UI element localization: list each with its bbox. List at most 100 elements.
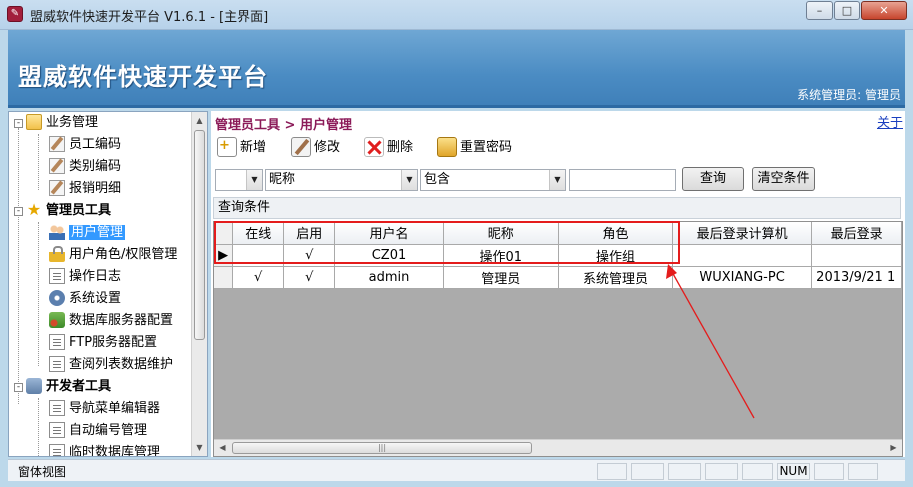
scroll-thumb[interactable]: ||| — [232, 442, 532, 454]
reset-password-button[interactable]: 重置密码 — [437, 135, 512, 161]
chevron-down-icon[interactable]: ▼ — [549, 170, 565, 190]
tree-item-label: FTP服务器配置 — [69, 335, 158, 350]
table-cell[interactable]: 系统管理员 — [558, 266, 674, 289]
query-conditions-bar: 查询条件 — [213, 197, 901, 219]
tree-item-label: 导航菜单编辑器 — [69, 401, 161, 416]
status-view-mode: 窗体视图 — [18, 465, 67, 479]
tree-toggle-business[interactable]: - — [14, 119, 23, 128]
chevron-down-icon[interactable]: ▼ — [246, 170, 262, 190]
table-cell[interactable]: 管理员 — [443, 266, 559, 289]
tree-item-operation-log[interactable]: 操作日志 — [49, 266, 121, 288]
tree-group-developer-tools[interactable]: 开发者工具 — [26, 376, 111, 398]
maximize-button[interactable]: □ — [834, 1, 860, 20]
new-button[interactable]: 新增 — [217, 133, 266, 161]
scroll-thumb[interactable] — [194, 130, 205, 340]
app-icon[interactable]: ✎ — [7, 6, 23, 22]
tree-item-ftp-server[interactable]: FTP服务器配置 — [49, 332, 157, 354]
tree-item-system-settings[interactable]: 系统设置 — [49, 288, 121, 310]
tree-item-employee-code[interactable]: 员工编码 — [49, 134, 121, 156]
table-cell[interactable]: √ — [232, 266, 285, 289]
scroll-right-arrow-icon[interactable]: ▶ — [885, 440, 902, 456]
tree-item-nav-menu-editor[interactable]: 导航菜单编辑器 — [49, 398, 160, 420]
tree-item-label: 类别编码 — [69, 159, 122, 174]
tree-toggle-developer-tools[interactable]: - — [14, 383, 23, 392]
clear-conditions-button[interactable]: 清空条件 — [752, 167, 815, 191]
search-field-combo[interactable]: 昵称 ▼ — [265, 169, 418, 191]
breadcrumb: 管理员工具 > 用户管理 — [215, 118, 352, 133]
scroll-up-arrow-icon[interactable]: ▲ — [192, 112, 207, 129]
search-field-value: 昵称 — [269, 172, 296, 187]
delete-button[interactable]: 删除 — [364, 135, 413, 161]
column-header-online[interactable]: 在线 — [232, 222, 285, 245]
search-prefix-combo[interactable]: ▼ — [215, 169, 263, 191]
navigation-tree[interactable]: - 业务管理 员工编码 类别编码 报销明细 - ★ 管理员工具 用户管理 用户角色… — [8, 111, 208, 457]
table-cell[interactable]: √ — [283, 266, 336, 289]
column-header-nickname[interactable]: 昵称 — [443, 222, 559, 245]
tree-item-label: 用户角色/权限管理 — [69, 247, 178, 262]
new-document-icon — [217, 133, 237, 159]
grid-horizontal-scrollbar[interactable]: ◀ ||| ▶ — [214, 439, 902, 456]
chevron-down-icon[interactable]: ▼ — [401, 170, 417, 190]
scroll-left-arrow-icon[interactable]: ◀ — [214, 440, 231, 456]
scroll-down-arrow-icon[interactable]: ▼ — [192, 439, 207, 456]
tree-group-admin-tools[interactable]: ★ 管理员工具 — [26, 200, 111, 222]
tree-item-label: 自动编号管理 — [69, 423, 148, 438]
status-indicator-cell — [668, 463, 701, 480]
table-cell[interactable] — [232, 244, 285, 267]
table-cell[interactable]: 操作01 — [443, 244, 559, 267]
main-content: 管理员工具 > 用户管理 关于 新增 修改 删除 重置密码 ▼ 昵称 ▼ 包含 … — [211, 111, 905, 457]
tree-toggle-admin-tools[interactable]: - — [14, 207, 23, 216]
table-cell[interactable]: 操作组 — [558, 244, 674, 267]
tree-connector — [38, 222, 39, 366]
tree-item-label: 报销明细 — [69, 181, 122, 196]
query-button[interactable]: 查询 — [682, 167, 744, 191]
table-cell[interactable]: admin — [334, 266, 444, 289]
modify-button[interactable]: 修改 — [291, 135, 340, 161]
column-header-enabled[interactable]: 启用 — [283, 222, 336, 245]
table-cell[interactable]: 2013/9/21 1 — [811, 266, 902, 289]
app-name: 盟威软件快速开发平台 — [18, 63, 268, 91]
close-button[interactable]: ✕ — [861, 1, 907, 20]
tools-icon — [26, 377, 42, 394]
tree-item-label: 临时数据库管理 — [69, 445, 161, 457]
window-title-bar[interactable]: ✎ 盟威软件快速开发平台 V1.6.1 - [主界面] – □ ✕ — [0, 0, 913, 30]
tree-item-user-management[interactable]: 用户管理 — [49, 222, 126, 244]
search-operator-combo[interactable]: 包含 ▼ — [420, 169, 566, 191]
table-cell[interactable]: CZ01 — [334, 244, 444, 267]
delete-x-icon — [364, 136, 384, 157]
column-header-role[interactable]: 角色 — [558, 222, 674, 245]
tree-item-lookup-data[interactable]: 查阅列表数据维护 — [49, 354, 173, 376]
tree-item-user-roles[interactable]: 用户角色/权限管理 — [49, 244, 177, 266]
tree-item-label: 数据库服务器配置 — [69, 313, 174, 328]
about-link[interactable]: 关于 — [877, 112, 903, 131]
document-icon — [49, 443, 65, 456]
header-banner: 盟威软件快速开发平台 系统管理员: 管理员 — [8, 30, 905, 108]
tree-item-auto-numbering[interactable]: 自动编号管理 — [49, 420, 147, 442]
status-indicator-cell — [597, 463, 627, 480]
tree-item-category-code[interactable]: 类别编码 — [49, 156, 121, 178]
current-row-indicator-icon[interactable]: ▶ — [214, 244, 234, 267]
users-data-grid[interactable]: 在线 启用 用户名 昵称 角色 最后登录计算机 最后登录 ▶ √ CZ01 操作… — [213, 221, 903, 457]
table-cell[interactable]: WUXIANG-PC — [672, 266, 813, 289]
modify-button-label: 修改 — [314, 140, 341, 155]
column-header-username[interactable]: 用户名 — [334, 222, 444, 245]
table-cell[interactable] — [811, 244, 902, 267]
table-cell[interactable]: √ — [283, 244, 336, 267]
table-row[interactable]: √ √ admin 管理员 系统管理员 WUXIANG-PC 2013/9/21… — [214, 266, 902, 289]
row-selector[interactable] — [214, 266, 234, 289]
tree-item-label: 操作日志 — [69, 269, 122, 284]
column-header-last-login[interactable]: 最后登录 — [811, 222, 902, 245]
tree-item-database-server[interactable]: 数据库服务器配置 — [49, 310, 173, 332]
tree-item-expense-detail[interactable]: 报销明细 — [49, 178, 121, 200]
tree-item-temp-database[interactable]: 临时数据库管理 — [49, 442, 161, 457]
table-cell[interactable] — [672, 244, 813, 267]
status-indicator-cell — [848, 463, 878, 480]
table-row[interactable]: ▶ √ CZ01 操作01 操作组 — [214, 244, 902, 267]
tree-group-business[interactable]: 业务管理 — [26, 112, 98, 134]
tree-vertical-scrollbar[interactable]: ▲ ▼ — [191, 112, 207, 456]
table-header-row: 在线 启用 用户名 昵称 角色 最后登录计算机 最后登录 — [214, 222, 902, 245]
search-keyword-input[interactable] — [569, 169, 676, 191]
document-icon — [49, 333, 65, 350]
minimize-button[interactable]: – — [806, 1, 833, 20]
column-header-last-login-computer[interactable]: 最后登录计算机 — [672, 222, 813, 245]
